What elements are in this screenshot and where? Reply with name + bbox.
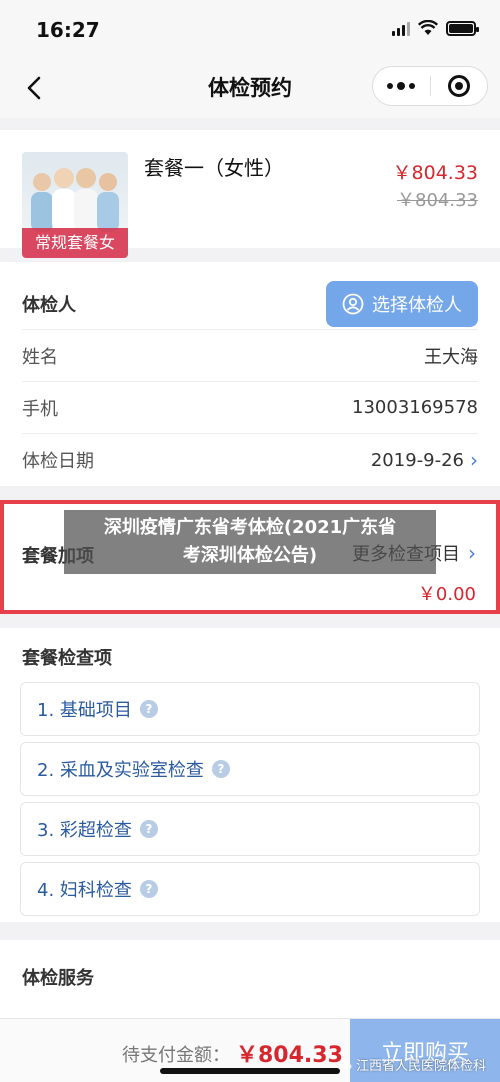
signal-icon	[392, 20, 410, 36]
phone-value: 13003169578	[352, 397, 478, 418]
home-indicator	[160, 1068, 340, 1074]
examinee-title: 体检人	[22, 294, 76, 316]
check-item[interactable]: 3. 彩超检查 ?	[20, 802, 480, 856]
name-value: 王大海	[424, 346, 478, 368]
name-label: 姓名	[22, 346, 58, 368]
status-icons	[392, 20, 479, 36]
nav-bar: 体检预约	[0, 58, 500, 118]
question-icon[interactable]: ?	[211, 760, 230, 778]
exam-service-title: 体检服务	[22, 968, 94, 989]
package-price: ￥804.33	[392, 162, 478, 184]
exam-date-row[interactable]: 体检日期 2019-9-26 ›	[22, 434, 478, 486]
check-item-label: 4. 妇科检查	[37, 880, 132, 901]
package-name: 套餐一（女性）	[144, 156, 284, 180]
pay-amount: ￥804.33	[236, 1043, 343, 1068]
check-item-label: 1. 基础项目	[37, 700, 132, 721]
wifi-icon	[418, 20, 438, 35]
examinee-card: 体检人 选择体检人 姓名 王大海 手机 13003169578 体检日期 201…	[0, 262, 500, 486]
watermark: 江西省人民医院体检科	[338, 1055, 486, 1074]
exam-date-label: 体检日期	[22, 451, 94, 472]
watermark-text: 江西省人民医院体检科	[355, 1059, 486, 1074]
doctors-photo	[31, 168, 119, 232]
chevron-right-icon: ›	[470, 448, 478, 472]
mini-program-capsule	[372, 66, 488, 106]
chevron-right-icon: ›	[468, 541, 476, 565]
battery-icon	[446, 20, 479, 36]
package-image: 常规套餐女	[22, 152, 128, 258]
check-item[interactable]: 2. 采血及实验室检查 ?	[20, 742, 480, 796]
user-icon	[342, 293, 364, 314]
question-icon[interactable]: ?	[139, 700, 158, 718]
status-time: 16:27	[36, 18, 100, 42]
package-original-price: ￥804.33	[397, 190, 478, 211]
check-item-label: 3. 彩超检查	[37, 820, 132, 841]
package-tag: 常规套餐女	[22, 228, 128, 258]
exam-service-card: 体检服务	[0, 940, 500, 1030]
exam-date-value-wrap: 2019-9-26 ›	[371, 448, 478, 472]
phone-label: 手机	[22, 398, 58, 420]
wechat-icon	[338, 1059, 352, 1070]
question-icon[interactable]: ?	[139, 880, 158, 898]
overlay-line-1: 深圳疫情广东省考体检(2021广东省	[103, 517, 397, 538]
close-button[interactable]	[430, 67, 487, 105]
package-check-items-card: 套餐检查项 1. 基础项目 ? 2. 采血及实验室检查 ? 3. 彩超检查 ? …	[0, 628, 500, 922]
examinee-header-row: 体检人 选择体检人	[22, 278, 478, 330]
check-item[interactable]: 4. 妇科检查 ?	[20, 862, 480, 916]
question-icon[interactable]: ?	[139, 820, 158, 838]
pay-label: 待支付金额：	[122, 1045, 230, 1066]
article-title-overlay: 深圳疫情广东省考体检(2021广东省 考深圳体检公告)	[64, 510, 436, 574]
phone-row: 手机 13003169578	[22, 382, 478, 434]
package-card: 常规套餐女 套餐一（女性） ￥804.33 ￥804.33	[0, 130, 500, 258]
addon-price: ￥0.00	[417, 584, 476, 605]
close-circle-icon	[447, 75, 470, 97]
select-examinee-button[interactable]: 选择体检人	[326, 280, 478, 327]
overlay-line-2: 考深圳体检公告)	[182, 545, 318, 566]
exam-date-value: 2019-9-26	[370, 449, 464, 471]
check-items-title: 套餐检查项	[22, 648, 112, 669]
more-dots-icon	[387, 83, 394, 89]
status-bar: 16:27	[0, 0, 500, 58]
more-menu-button[interactable]	[373, 67, 430, 105]
select-examinee-label: 选择体检人	[372, 294, 462, 316]
check-item-label: 2. 采血及实验室检查	[37, 760, 204, 781]
check-item[interactable]: 1. 基础项目 ?	[20, 682, 480, 736]
name-row: 姓名 王大海	[22, 330, 478, 382]
